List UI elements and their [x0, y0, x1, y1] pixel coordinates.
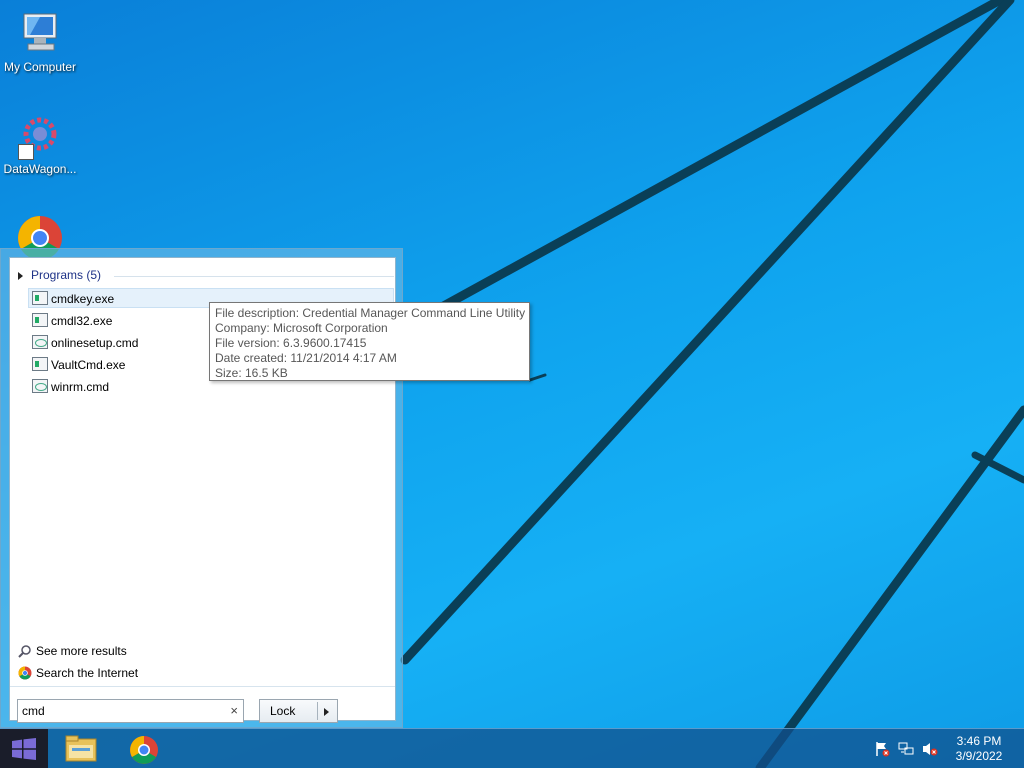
tooltip-company: Company: Microsoft Corporation [215, 321, 388, 335]
chrome-icon [18, 666, 32, 680]
chrome-icon [116, 736, 172, 768]
shortcut-arrow-icon [18, 144, 34, 160]
system-clock[interactable]: 3:46 PM 3/9/2022 [946, 734, 1012, 764]
search-input[interactable] [22, 703, 212, 719]
gear-shortcut-icon [16, 112, 64, 160]
start-menu-divider [10, 686, 395, 687]
see-more-label: See more results [36, 644, 127, 658]
search-internet-link[interactable]: Search the Internet [18, 664, 138, 682]
action-center-flag-icon[interactable] [874, 741, 890, 757]
program-label: cmdkey.exe [51, 292, 115, 306]
exe-icon [32, 313, 48, 327]
desktop-icon-datawagon[interactable]: DataWagon... [0, 112, 80, 176]
exe-icon [32, 357, 48, 371]
lock-button-separator [317, 702, 318, 720]
search-icon [18, 644, 32, 658]
tooltip-version: File version: 6.3.9600.17415 [215, 336, 367, 350]
program-label: winrm.cmd [51, 380, 110, 394]
programs-group-header[interactable]: Programs (5) [18, 268, 394, 284]
computer-icon [16, 10, 64, 58]
volume-muted-icon[interactable] [922, 741, 938, 757]
see-more-results-link[interactable]: See more results [18, 642, 127, 660]
clear-search-icon[interactable]: × [230, 703, 238, 719]
windows-logo-icon [12, 738, 36, 760]
network-icon[interactable] [898, 741, 914, 757]
search-box[interactable]: × [17, 699, 244, 723]
desktop-icon-label: My Computer [3, 60, 77, 74]
lock-button[interactable]: Lock [259, 699, 338, 723]
lock-button-label: Lock [270, 704, 296, 718]
programs-header-label: Programs (5) [31, 268, 102, 282]
desktop: My Computer DataWagon... Programs (5) cm… [0, 0, 1024, 768]
taskbar: 3:46 PM 3/9/2022 [0, 728, 1024, 768]
program-label: onlinesetup.cmd [51, 336, 139, 350]
taskbar-chrome[interactable] [116, 731, 172, 767]
power-options-arrow-icon[interactable] [324, 708, 329, 716]
tooltip-date-created: Date created: 11/21/2014 4:17 AM [215, 351, 397, 365]
file-info-tooltip: File description: Credential Manager Com… [209, 302, 530, 381]
start-button[interactable] [0, 729, 48, 768]
tooltip-size: Size: 16.5 KB [215, 366, 288, 380]
search-internet-label: Search the Internet [36, 666, 139, 680]
program-label: cmdl32.exe [51, 314, 113, 328]
cmd-script-icon [32, 335, 48, 349]
header-divider [114, 276, 394, 277]
taskbar-file-explorer[interactable] [54, 731, 110, 767]
clock-date: 3/9/2022 [955, 749, 1003, 763]
clock-time: 3:46 PM [956, 734, 1002, 748]
exe-icon [32, 291, 48, 305]
desktop-icon-my-computer[interactable]: My Computer [0, 10, 80, 74]
expand-arrow-icon [18, 271, 23, 280]
program-label: VaultCmd.exe [51, 358, 126, 372]
cmd-script-icon [32, 379, 48, 393]
desktop-icon-label: DataWagon... [3, 162, 77, 176]
tooltip-description: File description: Credential Manager Com… [215, 306, 526, 320]
file-explorer-icon [54, 735, 110, 768]
